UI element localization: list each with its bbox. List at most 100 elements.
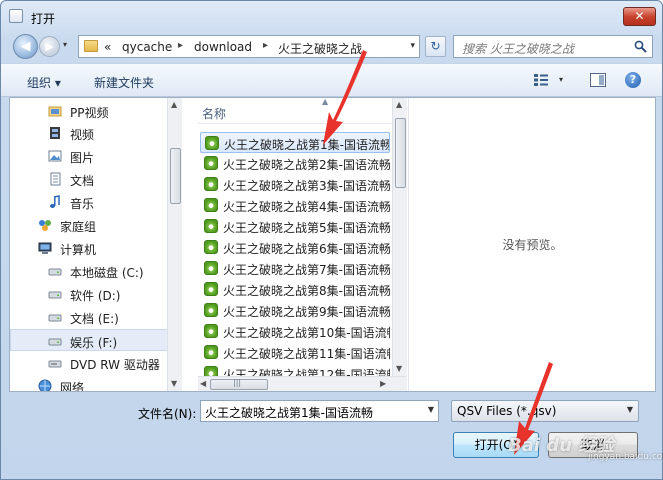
scroll-left-icon[interactable]: ◀ — [200, 379, 206, 388]
browser-content: PP视频 视频 图片 文档 音乐 家庭组 计算机 本地磁盘 (C:) 软件 (D… — [9, 97, 656, 392]
sidebar-item-label: 本地磁盘 (C:) — [70, 266, 144, 280]
file-name: 火王之破晓之战第9集-国语流畅 — [223, 305, 390, 319]
command-toolbar: 组织 ▾ 新建文件夹 ▾ ? — [1, 63, 662, 97]
drive-icon — [48, 314, 62, 322]
scrollbar-thumb[interactable]: ||| — [210, 378, 268, 390]
address-bar[interactable]: « qycache ▸ download ▸ 火王之破晓之战 ▾ — [78, 35, 420, 58]
file-type-select[interactable]: QSV Files (*.qsv) ▼ — [451, 400, 639, 422]
sort-ascending-icon: ▲ — [322, 98, 329, 106]
file-name: 火王之破晓之战第3集-国语流畅 — [223, 179, 390, 193]
file-name: 火王之破晓之战第12集-国语流畅 — [223, 368, 390, 376]
file-name: 火王之破晓之战第2集-国语流畅 — [223, 158, 390, 172]
qsv-file-icon — [204, 219, 218, 233]
qsv-file-icon — [204, 198, 218, 212]
new-folder-button[interactable]: 新建文件夹 — [94, 74, 154, 91]
forward-button[interactable]: ▶ — [39, 36, 60, 57]
refresh-button[interactable]: ↻ — [425, 36, 446, 57]
breadcrumb-separator-icon[interactable]: ▸ — [263, 40, 268, 51]
navigation-scrollbar[interactable]: ▲ ▼ — [167, 98, 182, 391]
address-dropdown-icon[interactable]: ▾ — [410, 41, 415, 51]
file-row[interactable]: 火王之破晓之战第12集-国语流畅 — [200, 363, 390, 376]
sidebar-item-dvd-drive[interactable]: DVD RW 驱动器 — [10, 352, 168, 374]
search-box[interactable]: 搜索 火王之破晓之战 — [453, 35, 653, 58]
qsv-file-icon — [204, 261, 218, 275]
qsv-file-icon — [204, 282, 218, 296]
file-row[interactable]: 火王之破晓之战第1集-国语流畅 — [200, 132, 390, 153]
preview-pane-toggle-icon[interactable] — [590, 73, 606, 87]
file-row[interactable]: 火王之破晓之战第4集-国语流畅 — [200, 195, 390, 216]
sidebar-item-documents[interactable]: 文档 — [10, 168, 168, 190]
scroll-up-icon[interactable]: ▲ — [171, 100, 177, 109]
sidebar-item-label: 计算机 — [60, 243, 97, 257]
file-list-horizontal-scrollbar[interactable]: ◀ ||| ▶ — [198, 376, 407, 391]
file-type-dropdown-icon[interactable]: ▼ — [627, 405, 633, 414]
file-row[interactable]: 火王之破晓之战第11集-国语流畅 — [200, 342, 390, 363]
watermark-url: jingyan.baidu.com — [588, 452, 663, 462]
file-name: 火王之破晓之战第7集-国语流畅 — [223, 263, 390, 277]
file-row[interactable]: 火王之破晓之战第7集-国语流畅 — [200, 258, 390, 279]
dialog-app-icon — [9, 9, 23, 23]
sidebar-item-network[interactable]: 网络 — [10, 375, 168, 391]
folder-icon — [84, 40, 98, 52]
organize-menu-button[interactable]: 组织 ▾ — [27, 74, 61, 91]
file-row[interactable]: 火王之破晓之战第6集-国语流畅 — [200, 237, 390, 258]
breadcrumb-qycache[interactable]: qycache — [122, 40, 172, 54]
close-button[interactable]: ✕ — [623, 7, 656, 26]
breadcrumb-separator-icon[interactable]: ▸ — [178, 40, 183, 51]
back-button[interactable]: ◀ — [13, 34, 38, 59]
file-row[interactable]: 火王之破晓之战第5集-国语流畅 — [200, 216, 390, 237]
qsv-file-icon — [204, 177, 218, 191]
breadcrumb-current-folder[interactable]: 火王之破晓之战 — [278, 40, 362, 57]
file-row[interactable]: 火王之破晓之战第10集-国语流畅 — [200, 321, 390, 342]
network-icon — [38, 379, 52, 391]
file-row[interactable]: 火王之破晓之战第3集-国语流畅 — [200, 174, 390, 195]
sidebar-item-label: DVD RW 驱动器 — [70, 358, 160, 372]
file-row[interactable]: 火王之破晓之战第9集-国语流畅 — [200, 300, 390, 321]
qsv-file-icon — [204, 324, 218, 338]
filename-dropdown-icon[interactable]: ▼ — [428, 405, 434, 414]
column-header-label: 名称 — [202, 107, 227, 121]
file-row[interactable]: 火王之破晓之战第2集-国语流畅 — [200, 153, 390, 174]
search-icon — [634, 40, 647, 53]
sidebar-item-computer[interactable]: 计算机 — [10, 237, 168, 259]
sidebar-item-videos[interactable]: 视频 — [10, 122, 168, 144]
column-header-name[interactable]: 名称 ▲ — [198, 98, 392, 124]
sidebar-item-label: 娱乐 (F:) — [70, 336, 118, 350]
sidebar-item-drive-e[interactable]: 文档 (E:) — [10, 306, 168, 328]
scrollbar-thumb[interactable] — [170, 148, 181, 204]
dvd-drive-icon — [48, 360, 62, 368]
breadcrumb-download[interactable]: download — [194, 40, 252, 54]
sidebar-item-label: 视频 — [70, 128, 95, 142]
drive-icon — [48, 291, 62, 299]
sidebar-item-drive-f[interactable]: 娱乐 (F:) — [10, 329, 168, 351]
file-type-value: QSV Files (*.qsv) — [457, 404, 557, 418]
sidebar-item-pictures[interactable]: 图片 — [10, 145, 168, 167]
file-list-vertical-scrollbar[interactable]: ▲ ▼ — [392, 98, 407, 376]
no-preview-message: 没有预览。 — [502, 238, 563, 252]
homegroup-icon — [39, 220, 51, 231]
dialog-title: 打开 — [31, 12, 56, 26]
recent-pages-dropdown-icon[interactable]: ▾ — [63, 40, 67, 49]
scrollbar-thumb[interactable] — [395, 118, 406, 188]
file-name: 火王之破晓之战第6集-国语流畅 — [223, 242, 390, 256]
sidebar-item-pp-video[interactable]: PP视频 — [10, 100, 168, 122]
scroll-down-icon[interactable]: ▼ — [396, 364, 402, 373]
scroll-right-icon[interactable]: ▶ — [380, 379, 386, 388]
change-view-icon[interactable] — [533, 73, 549, 87]
sidebar-item-label: 软件 (D:) — [70, 289, 121, 303]
address-overflow-chevron[interactable]: « — [104, 40, 111, 54]
view-options-dropdown-icon[interactable]: ▾ — [559, 75, 563, 84]
file-row[interactable]: 火王之破晓之战第8集-国语流畅 — [200, 279, 390, 300]
sidebar-item-label: 网络 — [60, 381, 85, 391]
scroll-down-icon[interactable]: ▼ — [171, 379, 177, 388]
title-bar: 打开 ✕ — [1, 1, 662, 31]
filename-input[interactable]: 火王之破晓之战第1集-国语流畅 ▼ — [200, 400, 439, 422]
scroll-up-icon[interactable]: ▲ — [396, 100, 402, 109]
computer-icon — [38, 242, 52, 254]
sidebar-item-drive-c[interactable]: 本地磁盘 (C:) — [10, 260, 168, 282]
sidebar-item-label: 文档 — [70, 174, 95, 188]
sidebar-item-music[interactable]: 音乐 — [10, 191, 168, 213]
help-icon[interactable]: ? — [625, 72, 641, 88]
sidebar-item-homegroup[interactable]: 家庭组 — [10, 214, 168, 236]
sidebar-item-drive-d[interactable]: 软件 (D:) — [10, 283, 168, 305]
